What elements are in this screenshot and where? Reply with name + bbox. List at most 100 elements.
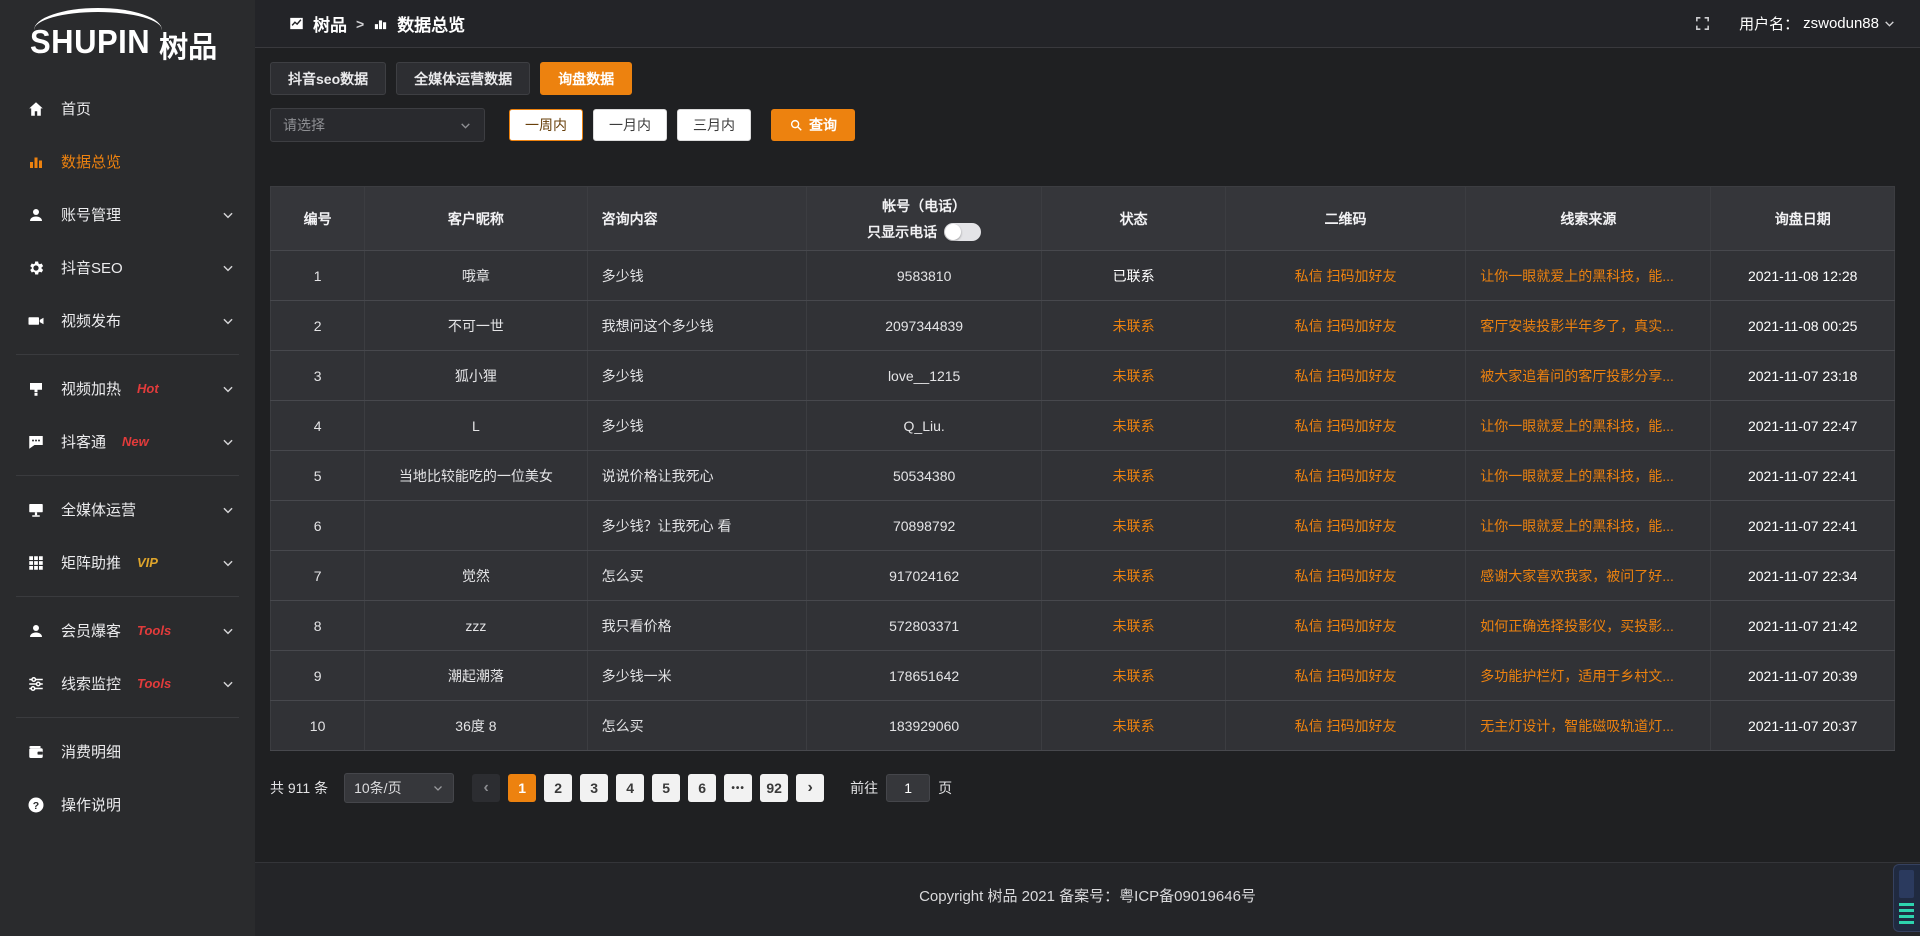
page-button-1[interactable]: 1: [508, 774, 536, 802]
cell-source-link[interactable]: 客厅安装投影半年多了，真实...: [1466, 301, 1711, 351]
helper-widget-pane: [1899, 870, 1914, 898]
page-ellipsis-button[interactable]: •••: [724, 774, 752, 802]
cell-qrcode-link[interactable]: 私信 扫码加好友: [1225, 301, 1465, 351]
cell-qrcode-link[interactable]: 私信 扫码加好友: [1225, 701, 1465, 751]
breadcrumb: 树品 > 数据总览: [289, 11, 465, 36]
sidebar-item-lead-monitor[interactable]: 线索监控 Tools: [0, 657, 255, 710]
sidebar: SHUPIN 树品 首页 数据总览 账号管理: [0, 0, 255, 936]
cell-source-link[interactable]: 让你一眼就爱上的黑科技，能...: [1466, 401, 1711, 451]
range-month-button[interactable]: 一月内: [593, 109, 667, 141]
sidebar-item-omnimedia[interactable]: 全媒体运营: [0, 483, 255, 536]
tab-douyin-seo-data[interactable]: 抖音seo数据: [270, 62, 386, 95]
sidebar-item-label: 线索监控: [61, 673, 121, 694]
app-root: SHUPIN 树品 首页 数据总览 账号管理: [0, 0, 1920, 936]
sidebar-item-douketong[interactable]: 抖客通 New: [0, 415, 255, 468]
sliders-icon: [26, 674, 46, 694]
cell-source-link[interactable]: 多功能护栏灯，适用于乡村文...: [1466, 651, 1711, 701]
pagination-bar: 共 911 条 10条/页 ‹ 1 2 3 4 5 6 ••• 92 › 前往 …: [270, 773, 1895, 803]
cell-date: 2021-11-08 12:28: [1711, 251, 1895, 301]
col-header-date: 询盘日期: [1711, 187, 1895, 251]
helper-widget-stripes: [1899, 903, 1914, 924]
copyright-text: Copyright 树品 2021 备案号：粤ICP备09019646号: [919, 885, 1256, 936]
fullscreen-icon[interactable]: [1694, 15, 1711, 32]
monitor-icon: [26, 500, 46, 520]
cell-inquiry: 多少钱: [587, 251, 806, 301]
sidebar-item-instructions[interactable]: ? 操作说明: [0, 778, 255, 831]
sidebar-item-home[interactable]: 首页: [0, 82, 255, 135]
cell-nickname: zzz: [365, 601, 587, 651]
chevron-down-icon: [221, 435, 235, 449]
cell-qrcode-link[interactable]: 私信 扫码加好友: [1225, 501, 1465, 551]
cell-source-link[interactable]: 感谢大家喜欢我家，被问了好...: [1466, 551, 1711, 601]
range-quarter-button[interactable]: 三月内: [677, 109, 751, 141]
user-menu[interactable]: 用户名： zswodun88: [1739, 13, 1896, 34]
chevron-down-icon: [459, 119, 472, 132]
vip-badge: VIP: [137, 555, 158, 570]
sidebar-item-spending-details[interactable]: 消费明细: [0, 725, 255, 778]
cell-account: 70898792: [806, 501, 1041, 551]
breadcrumb-current: 数据总览: [397, 11, 465, 36]
cell-qrcode-link[interactable]: 私信 扫码加好友: [1225, 651, 1465, 701]
sidebar-item-member-burst[interactable]: 会员爆客 Tools: [0, 604, 255, 657]
page-button-2[interactable]: 2: [544, 774, 572, 802]
phone-only-toggle[interactable]: [944, 223, 981, 241]
page-button-6[interactable]: 6: [688, 774, 716, 802]
cell-qrcode-link[interactable]: 私信 扫码加好友: [1225, 351, 1465, 401]
sidebar-divider: [16, 717, 239, 718]
sidebar-item-account-mgmt[interactable]: 账号管理: [0, 188, 255, 241]
sidebar-item-video-publish[interactable]: 视频发布: [0, 294, 255, 347]
cell-source-link[interactable]: 无主灯设计，智能磁吸轨道灯...: [1466, 701, 1711, 751]
floating-helper-widget[interactable]: [1893, 864, 1920, 932]
cell-source-link[interactable]: 让你一眼就爱上的黑科技，能...: [1466, 501, 1711, 551]
cell-source-link[interactable]: 被大家追着问的客厅投影分享...: [1466, 351, 1711, 401]
cell-source-link[interactable]: 如何正确选择投影仪，买投影...: [1466, 601, 1711, 651]
main-column: 树品 > 数据总览 用户名： zswodun88: [255, 0, 1920, 936]
cell-qrcode-link[interactable]: 私信 扫码加好友: [1225, 601, 1465, 651]
range-week-button[interactable]: 一周内: [509, 109, 583, 141]
cell-status: 未联系: [1042, 551, 1226, 601]
sidebar-item-douyin-seo[interactable]: 抖音SEO: [0, 241, 255, 294]
cell-id: 10: [271, 701, 365, 751]
logo-text-cn: 树品: [159, 24, 217, 66]
sidebar-item-data-overview[interactable]: 数据总览: [0, 135, 255, 188]
chevron-down-icon: [221, 624, 235, 638]
cell-id: 2: [271, 301, 365, 351]
page-button-5[interactable]: 5: [652, 774, 680, 802]
goto-page-input[interactable]: [886, 774, 930, 802]
page-button-92[interactable]: 92: [760, 774, 788, 802]
sidebar-item-label: 视频发布: [61, 310, 121, 331]
chevron-down-icon: [221, 314, 235, 328]
tab-omnimedia-data[interactable]: 全媒体运营数据: [396, 62, 530, 95]
cell-source-link[interactable]: 让你一眼就爱上的黑科技，能...: [1466, 451, 1711, 501]
breadcrumb-root[interactable]: 树品: [313, 11, 347, 36]
cell-qrcode-link[interactable]: 私信 扫码加好友: [1225, 551, 1465, 601]
prev-page-button[interactable]: ‹: [472, 774, 500, 802]
cell-inquiry: 多少钱: [587, 351, 806, 401]
cell-account: 572803371: [806, 601, 1041, 651]
cell-date: 2021-11-07 22:41: [1711, 501, 1895, 551]
cell-account: 2097344839: [806, 301, 1041, 351]
bar-chart-icon: [373, 16, 388, 31]
sidebar-item-video-heat[interactable]: 视频加热 Hot: [0, 362, 255, 415]
cell-qrcode-link[interactable]: 私信 扫码加好友: [1225, 251, 1465, 301]
filter-select[interactable]: 请选择: [270, 108, 485, 142]
footer: Copyright 树品 2021 备案号：粤ICP备09019646号: [255, 862, 1920, 936]
cell-qrcode-link[interactable]: 私信 扫码加好友: [1225, 401, 1465, 451]
next-page-button[interactable]: ›: [796, 774, 824, 802]
search-button-label: 查询: [809, 115, 837, 135]
tab-inquiry-data[interactable]: 询盘数据: [540, 62, 632, 95]
cell-id: 5: [271, 451, 365, 501]
search-button[interactable]: 查询: [771, 109, 855, 141]
page-size-select[interactable]: 10条/页: [344, 773, 454, 803]
col-header-id: 编号: [271, 187, 365, 251]
sidebar-item-label: 账号管理: [61, 204, 121, 225]
sidebar-item-matrix-boost[interactable]: 矩阵助推 VIP: [0, 536, 255, 589]
cell-id: 3: [271, 351, 365, 401]
sidebar-item-label: 首页: [61, 98, 91, 119]
page-button-4[interactable]: 4: [616, 774, 644, 802]
cell-nickname: 潮起潮落: [365, 651, 587, 701]
page-button-3[interactable]: 3: [580, 774, 608, 802]
cell-source-link[interactable]: 让你一眼就爱上的黑科技，能...: [1466, 251, 1711, 301]
cell-nickname: 当地比较能吃的一位美女: [365, 451, 587, 501]
cell-qrcode-link[interactable]: 私信 扫码加好友: [1225, 451, 1465, 501]
